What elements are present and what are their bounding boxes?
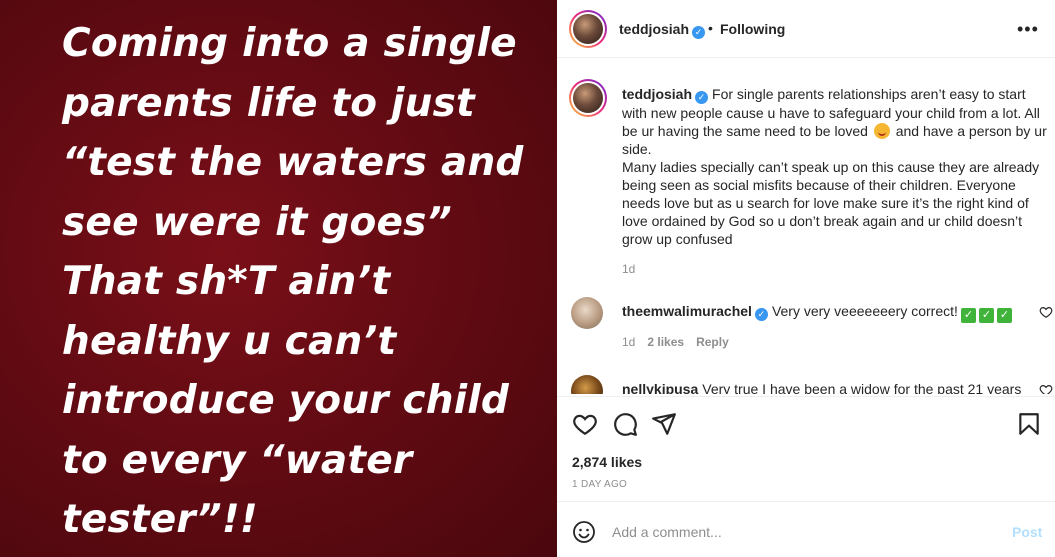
comment-likes[interactable]: 2 likes — [647, 335, 684, 349]
emoji-smiley-icon[interactable] — [572, 520, 596, 544]
separator-dot: • — [708, 20, 713, 36]
add-comment-bar: Post — [557, 501, 1055, 557]
comment-timestamp[interactable]: 1d — [622, 335, 635, 349]
comment-text: theemwalimurachel ✓ Very very veeeeeeery c… — [622, 302, 1022, 323]
post-image: Coming into a single parents life to jus… — [0, 0, 557, 557]
author-username[interactable]: teddjosiah ✓ — [619, 21, 706, 39]
caption-username[interactable]: teddjosiah ✓ — [622, 86, 709, 104]
verified-icon: ✓ — [692, 26, 706, 39]
commenter-avatar[interactable] — [571, 375, 603, 394]
likes-count[interactable]: 2,874 likes — [572, 454, 642, 470]
share-paper-plane-icon[interactable] — [651, 411, 677, 437]
post-comment-button[interactable]: Post — [1012, 524, 1042, 540]
save-bookmark-icon[interactable] — [1016, 411, 1042, 437]
commenter-username[interactable]: nellykipusa — [622, 381, 698, 394]
comments-section[interactable]: teddjosiah ✓ For single parents relationsh… — [557, 59, 1055, 394]
verified-icon: ✓ — [695, 91, 709, 104]
like-comment-heart-icon[interactable] — [1039, 305, 1053, 319]
caption-timestamp[interactable]: 1d — [622, 262, 635, 276]
post-header: teddjosiah ✓ • Following ••• — [557, 0, 1055, 58]
comment-input[interactable] — [612, 521, 992, 543]
comment-text: nellykipusa Very true I have been a widow… — [622, 380, 1022, 394]
commenter-avatar[interactable] — [571, 297, 603, 329]
author-avatar[interactable] — [569, 10, 607, 48]
post-date[interactable]: 1 DAY AGO — [572, 479, 627, 490]
smiling-face-with-hearts-icon — [873, 123, 890, 139]
comment-meta: 1d 2 likes Reply — [622, 335, 729, 349]
caption-avatar[interactable] — [569, 79, 607, 117]
commenter-username[interactable]: theemwalimurachel ✓ — [622, 303, 768, 321]
like-heart-icon[interactable] — [572, 411, 598, 437]
caption-text: teddjosiah ✓ For single parents relationsh… — [622, 86, 1047, 247]
check-mark-icon: ✓ — [978, 308, 994, 323]
like-comment-heart-icon[interactable] — [1039, 383, 1053, 394]
check-mark-icon: ✓ — [996, 308, 1012, 323]
more-options-button[interactable]: ••• — [1017, 20, 1039, 38]
reply-button[interactable]: Reply — [696, 335, 729, 349]
post-image-text: Coming into a single parents life to jus… — [62, 21, 524, 542]
verified-icon: ✓ — [754, 308, 768, 321]
comment-bubble-icon[interactable] — [612, 411, 638, 437]
post-panel: teddjosiah ✓ • Following ••• teddjosiah ✓ F… — [557, 0, 1055, 557]
following-button[interactable]: Following — [720, 21, 785, 37]
check-mark-icon: ✓ — [960, 308, 976, 323]
